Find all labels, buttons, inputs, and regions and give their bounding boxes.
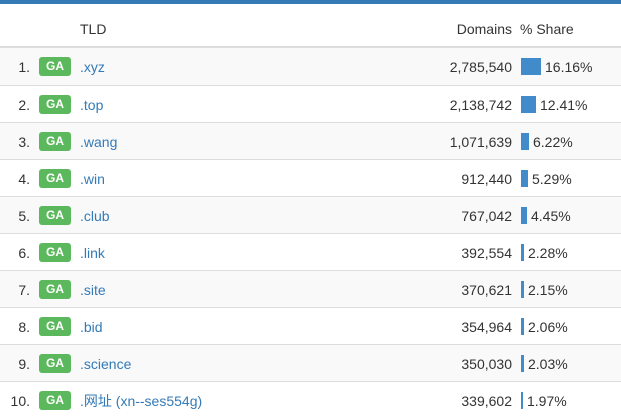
status-badge: GA <box>39 280 71 299</box>
tld-link[interactable]: .网址 (xn--ses554g) <box>80 393 202 409</box>
share-percent: 1.97% <box>527 393 567 409</box>
table-row: 3. GA .wang 1,071,639 6.22% <box>0 122 621 159</box>
tld-link[interactable]: .science <box>80 356 131 372</box>
status-badge: GA <box>39 169 71 188</box>
status-badge: GA <box>39 95 71 114</box>
status-badge: GA <box>39 317 71 336</box>
domain-count: 767,042 <box>461 208 512 224</box>
domain-count: 912,440 <box>461 171 512 187</box>
domain-count: 1,071,639 <box>449 134 512 150</box>
share-percent: 16.16% <box>545 59 593 75</box>
domain-count: 392,554 <box>461 245 512 261</box>
share-bar <box>521 244 524 261</box>
table-row: 8. GA .bid 354,964 2.06% <box>0 307 621 344</box>
share-percent: 6.22% <box>533 134 573 150</box>
row-rank: 8. <box>18 319 30 335</box>
share-percent: 4.45% <box>531 208 571 224</box>
row-rank: 4. <box>18 171 30 187</box>
row-rank: 9. <box>18 356 30 372</box>
tld-link[interactable]: .site <box>80 282 106 298</box>
status-badge: GA <box>39 57 71 76</box>
share-percent: 2.28% <box>528 245 568 261</box>
table-row: 5. GA .club 767,042 4.45% <box>0 196 621 233</box>
row-rank: 2. <box>18 97 30 113</box>
table-header: TLD Domains % Share <box>0 4 621 48</box>
share-bar <box>521 355 524 372</box>
share-bar <box>521 318 524 335</box>
status-badge: GA <box>39 206 71 225</box>
domain-count: 339,602 <box>461 393 512 409</box>
tld-link[interactable]: .wang <box>80 134 117 150</box>
status-badge: GA <box>39 354 71 373</box>
row-rank: 10. <box>10 393 30 409</box>
tld-link[interactable]: .link <box>80 245 105 261</box>
table-row: 10. GA .网址 (xn--ses554g) 339,602 1.97% <box>0 381 621 418</box>
share-percent: 5.29% <box>532 171 572 187</box>
share-bar <box>521 170 528 187</box>
status-badge: GA <box>39 391 71 410</box>
table-row: 4. GA .win 912,440 5.29% <box>0 159 621 196</box>
row-rank: 7. <box>18 282 30 298</box>
tld-link[interactable]: .win <box>80 171 105 187</box>
status-badge: GA <box>39 243 71 262</box>
table-row: 1. GA .xyz 2,785,540 16.16% <box>0 48 621 85</box>
share-percent: 2.03% <box>528 356 568 372</box>
share-bar <box>521 392 523 409</box>
column-header-domains: Domains <box>456 21 512 37</box>
domain-count: 350,030 <box>461 356 512 372</box>
share-percent: 12.41% <box>540 97 588 113</box>
tld-table-body: 1. GA .xyz 2,785,540 16.16% 2. GA .top 2,138,742… <box>0 48 621 418</box>
share-bar <box>521 207 527 224</box>
row-rank: 1. <box>18 59 30 75</box>
row-rank: 3. <box>18 134 30 150</box>
tld-link[interactable]: .top <box>80 97 103 113</box>
column-header-tld: TLD <box>80 21 107 37</box>
domain-count: 2,138,742 <box>449 97 512 113</box>
share-percent: 2.15% <box>528 282 568 298</box>
table-row: 2. GA .top 2,138,742 12.41% <box>0 85 621 122</box>
domain-count: 354,964 <box>461 319 512 335</box>
share-bar <box>521 133 529 150</box>
table-row: 6. GA .link 392,554 2.28% <box>0 233 621 270</box>
row-rank: 6. <box>18 245 30 261</box>
share-bar <box>521 96 536 113</box>
share-bar <box>521 281 524 298</box>
tld-link[interactable]: .club <box>80 208 110 224</box>
row-rank: 5. <box>18 208 30 224</box>
tld-link[interactable]: .bid <box>80 319 103 335</box>
column-header-share: % Share <box>520 21 574 37</box>
table-row: 9. GA .science 350,030 2.03% <box>0 344 621 381</box>
domain-count: 2,785,540 <box>449 59 512 75</box>
table-row: 7. GA .site 370,621 2.15% <box>0 270 621 307</box>
share-percent: 2.06% <box>528 319 568 335</box>
domain-count: 370,621 <box>461 282 512 298</box>
share-bar <box>521 58 541 75</box>
status-badge: GA <box>39 132 71 151</box>
tld-link[interactable]: .xyz <box>80 59 105 75</box>
